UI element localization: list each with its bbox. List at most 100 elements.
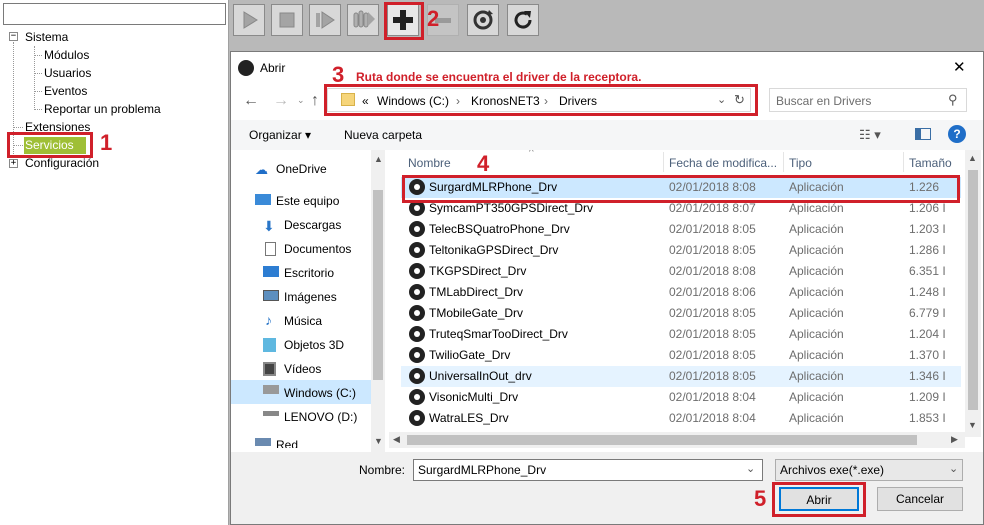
scroll-up-icon[interactable]: ▲ xyxy=(968,153,977,163)
file-name: TKGPSDirect_Drv xyxy=(429,264,527,278)
nav-item-escritorio[interactable]: Escritorio xyxy=(284,266,334,280)
filetype-dropdown-icon[interactable]: ⌄ xyxy=(949,462,958,475)
file-row[interactable]: TMobileGate_Drv 02/01/2018 8:05 Aplicación… xyxy=(401,303,961,324)
play-button[interactable] xyxy=(233,4,265,36)
preview-pane-icon[interactable] xyxy=(915,128,931,140)
nav-scroll-thumb[interactable] xyxy=(373,190,383,380)
file-row[interactable]: UniversalInOut_drv 02/01/2018 8:05 Aplicac… xyxy=(401,366,961,387)
file-name: VisonicMulti_Drv xyxy=(429,390,519,404)
annotation-box-4 xyxy=(402,175,960,203)
refresh-button[interactable] xyxy=(507,4,539,36)
nav-item-onedrive[interactable]: OneDrive xyxy=(276,162,327,176)
column-name[interactable]: Nombre xyxy=(408,156,451,170)
column-date[interactable]: Fecha de modifica... xyxy=(669,156,777,170)
nav-item-objetos-3d[interactable]: Objetos 3D xyxy=(284,338,344,352)
file-row[interactable]: WatraLES_Drv 02/01/2018 8:04 Aplicación 1.8… xyxy=(401,408,961,429)
nav-item-lenovo-d[interactable]: LENOVO (D:) xyxy=(284,410,357,424)
search-placeholder: Buscar en Drivers xyxy=(776,94,872,108)
column-size[interactable]: Tamaño xyxy=(909,156,952,170)
scroll-right-icon[interactable]: ▶ xyxy=(951,434,958,445)
nav-item-documentos[interactable]: Documentos xyxy=(284,242,351,256)
nav-item-descargas[interactable]: Descargas xyxy=(284,218,341,232)
new-folder-button[interactable]: Nueva carpeta xyxy=(344,128,422,142)
annotation-number-5: 5 xyxy=(754,486,767,511)
file-date: 02/01/2018 8:05 xyxy=(669,327,756,341)
sort-up-icon: ^ xyxy=(529,150,534,158)
tree-item-eventos[interactable]: Eventos xyxy=(44,83,87,99)
stop-button[interactable] xyxy=(271,4,303,36)
stop-icon xyxy=(279,12,295,28)
scroll-left-icon[interactable]: ◀ xyxy=(393,434,400,445)
file-date: 02/01/2018 8:05 xyxy=(669,222,756,236)
file-type: Aplicación xyxy=(789,285,844,299)
search-icon[interactable]: ⚲ xyxy=(948,92,958,108)
organize-button[interactable]: Organizar ▾ xyxy=(249,128,311,142)
tree-item-usuarios[interactable]: Usuarios xyxy=(44,65,91,81)
images-icon xyxy=(263,290,279,301)
nav-item-windows-c[interactable]: Windows (C:) xyxy=(284,386,356,400)
scroll-up-icon[interactable]: ▲ xyxy=(374,154,383,164)
music-icon: ♪ xyxy=(265,312,272,328)
step-icon xyxy=(316,11,335,29)
cancel-button[interactable]: Cancelar xyxy=(877,487,963,511)
exe-app-icon xyxy=(409,347,425,363)
config-refresh-button[interactable] xyxy=(467,4,499,36)
file-type: Aplicación xyxy=(789,369,844,383)
filename-dropdown-icon[interactable]: ⌄ xyxy=(746,462,755,475)
step-button[interactable] xyxy=(309,4,341,36)
drive-icon xyxy=(263,411,279,416)
view-options-icon[interactable]: ☷ ▾ xyxy=(859,127,881,143)
file-size: 1.206 I xyxy=(909,201,946,215)
tree-item-reportar[interactable]: Reportar un problema xyxy=(44,101,161,117)
column-type[interactable]: Tipo xyxy=(789,156,812,170)
file-type: Aplicación xyxy=(789,264,844,278)
up-arrow-icon[interactable]: ↑ xyxy=(311,92,319,110)
close-icon[interactable]: ✕ xyxy=(953,58,966,76)
file-size: 1.346 I xyxy=(909,369,946,383)
file-row[interactable]: VisonicMulti_Drv 02/01/2018 8:04 Aplicació… xyxy=(401,387,961,408)
tree-item-sistema[interactable]: Sistema xyxy=(25,29,68,45)
nav-scrollbar[interactable]: ▲ ▼ xyxy=(371,150,385,452)
scroll-down-icon[interactable]: ▼ xyxy=(968,420,977,430)
file-row[interactable]: TelecBSQuatroPhone_Drv 02/01/2018 8:05 Apl… xyxy=(401,219,961,240)
filetype-select[interactable]: Archivos exe(*.exe) xyxy=(775,459,963,481)
file-vscroll-thumb[interactable] xyxy=(968,170,978,410)
file-size: 1.203 I xyxy=(909,222,946,236)
filename-input[interactable]: SurgardMLRPhone_Drv xyxy=(413,459,763,481)
forward-arrow-icon[interactable]: → xyxy=(273,92,289,110)
file-row[interactable]: TMLabDirect_Drv 02/01/2018 8:06 Aplicación… xyxy=(401,282,961,303)
scroll-down-icon[interactable]: ▼ xyxy=(374,436,383,446)
tree-search-input[interactable] xyxy=(3,3,226,25)
file-hscrollbar[interactable]: ◀ ▶ xyxy=(389,432,965,448)
nav-item-imagenes[interactable]: Imágenes xyxy=(284,290,337,304)
file-vscrollbar[interactable]: ▲ ▼ xyxy=(965,150,981,437)
file-hscroll-thumb[interactable] xyxy=(407,435,917,445)
hand-button[interactable] xyxy=(347,4,379,36)
exe-app-icon xyxy=(409,284,425,300)
tree-item-modulos[interactable]: Módulos xyxy=(44,47,89,63)
file-type: Aplicación xyxy=(789,201,844,215)
tree-panel: − Sistema Módulos Usuarios Eventos Repor… xyxy=(0,0,229,525)
file-name: TwilioGate_Drv xyxy=(429,348,511,362)
file-row[interactable]: TruteqSmarTooDirect_Drv 02/01/2018 8:05 Ap… xyxy=(401,324,961,345)
collapse-icon[interactable]: − xyxy=(9,32,18,41)
nav-item-este-equipo[interactable]: Este equipo xyxy=(276,194,339,208)
history-chevron-icon[interactable]: ⌄ xyxy=(297,95,305,106)
expand-icon[interactable]: + xyxy=(9,159,18,168)
nav-item-videos[interactable]: Vídeos xyxy=(284,362,321,376)
file-row[interactable]: TwilioGate_Drv 02/01/2018 8:05 Aplicación 1… xyxy=(401,345,961,366)
file-row[interactable]: TKGPSDirect_Drv 02/01/2018 8:08 Aplicación… xyxy=(401,261,961,282)
search-box[interactable]: Buscar en Drivers ⚲ xyxy=(769,88,967,112)
filename-label: Nombre: xyxy=(359,463,406,477)
tree-line xyxy=(34,55,42,56)
nav-item-red[interactable]: Red xyxy=(276,438,298,448)
exe-app-icon xyxy=(409,242,425,258)
exe-app-icon xyxy=(409,410,425,426)
back-arrow-icon[interactable]: ← xyxy=(243,92,259,110)
nav-item-musica[interactable]: Música xyxy=(284,314,322,328)
hand-icon xyxy=(353,10,375,28)
file-name: TruteqSmarTooDirect_Drv xyxy=(429,327,568,341)
app-icon xyxy=(238,60,254,76)
help-icon[interactable]: ? xyxy=(948,125,966,143)
file-row[interactable]: TeltonikaGPSDirect_Drv 02/01/2018 8:05 Apl… xyxy=(401,240,961,261)
